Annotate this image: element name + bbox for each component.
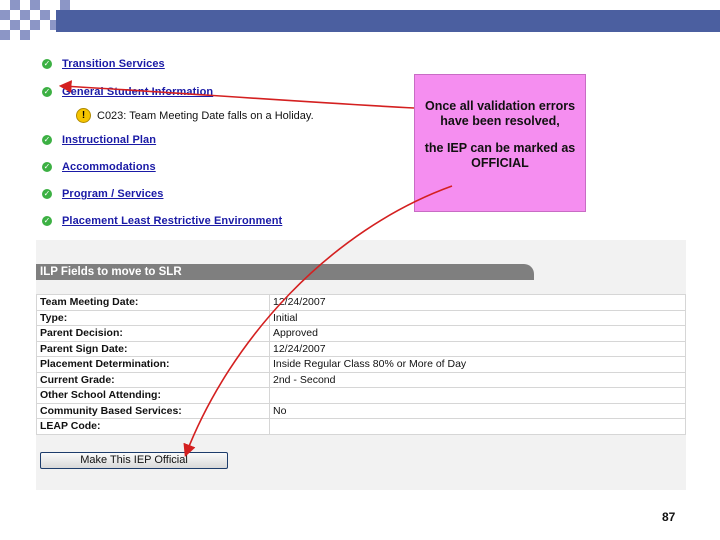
- section-program-services[interactable]: ✓ Program / Services: [42, 186, 163, 202]
- validation-warning: ! C023: Team Meeting Date falls on a Hol…: [76, 108, 314, 123]
- callout-line-1: Once all validation errors have been res…: [424, 99, 576, 128]
- page-number: 87: [662, 510, 676, 524]
- iep-sections-panel: ✓ Transition Services ✓ General Student …: [36, 44, 686, 240]
- callout-line-2: the IEP can be marked as OFFICIAL: [424, 141, 576, 170]
- field-row: LEAP Code:: [36, 418, 686, 435]
- make-iep-official-button[interactable]: Make This IEP Official: [40, 452, 228, 469]
- check-icon: ✓: [42, 216, 52, 226]
- field-row: Current Grade: 2nd - Second: [36, 371, 686, 388]
- field-label: Community Based Services:: [36, 402, 270, 419]
- check-icon: ✓: [42, 189, 52, 199]
- field-label: Type:: [36, 309, 270, 326]
- warning-text: C023: Team Meeting Date falls on a Holid…: [97, 109, 314, 122]
- section-general-student-information[interactable]: ✓ General Student Information: [42, 84, 213, 100]
- field-label: Current Grade:: [36, 371, 270, 388]
- fields-table: Team Meeting Date: 12/24/2007 Type: Initial…: [36, 294, 686, 435]
- check-icon: ✓: [42, 87, 52, 97]
- section-instructional-plan[interactable]: ✓ Instructional Plan: [42, 132, 156, 148]
- slide-decoration: [0, 0, 720, 40]
- annotation-callout: Once all validation errors have been res…: [414, 74, 586, 212]
- field-value: [269, 387, 686, 404]
- field-label: Team Meeting Date:: [36, 294, 270, 311]
- field-label: LEAP Code:: [36, 418, 270, 435]
- section-link-general-student-information[interactable]: General Student Information: [62, 86, 213, 98]
- field-value: Approved: [269, 325, 686, 342]
- section-link-accommodations[interactable]: Accommodations: [62, 161, 156, 173]
- section-transition-services[interactable]: ✓ Transition Services: [42, 56, 165, 72]
- section-accommodations[interactable]: ✓ Accommodations: [42, 159, 156, 175]
- section-placement-lre[interactable]: ✓ Placement Least Restrictive Environmen…: [42, 213, 282, 229]
- field-row: Other School Attending:: [36, 387, 686, 404]
- section-link-placement-lre[interactable]: Placement Least Restrictive Environment: [62, 215, 282, 227]
- section-link-program-services[interactable]: Program / Services: [62, 188, 163, 200]
- check-icon: ✓: [42, 162, 52, 172]
- field-value: Inside Regular Class 80% or More of Day: [269, 356, 686, 373]
- screenshot-panel: ✓ Transition Services ✓ General Student …: [36, 44, 686, 490]
- field-label: Placement Determination:: [36, 356, 270, 373]
- field-row: Team Meeting Date: 12/24/2007: [36, 294, 686, 311]
- field-label: Parent Sign Date:: [36, 340, 270, 357]
- field-value: 2nd - Second: [269, 371, 686, 388]
- field-value: Initial: [269, 309, 686, 326]
- check-icon: ✓: [42, 135, 52, 145]
- section-link-instructional-plan[interactable]: Instructional Plan: [62, 134, 156, 146]
- exclamation-icon: !: [76, 108, 91, 123]
- check-icon: ✓: [42, 59, 52, 69]
- field-value: 12/24/2007: [269, 294, 686, 311]
- field-row: Placement Determination: Inside Regular C…: [36, 356, 686, 373]
- field-label: Other School Attending:: [36, 387, 270, 404]
- section-link-transition-services[interactable]: Transition Services: [62, 58, 165, 70]
- fields-section-header: ILP Fields to move to SLR: [36, 264, 534, 280]
- field-row: Parent Sign Date: 12/24/2007: [36, 340, 686, 357]
- field-value: [269, 418, 686, 435]
- field-value: 12/24/2007: [269, 340, 686, 357]
- field-label: Parent Decision:: [36, 325, 270, 342]
- field-row: Parent Decision: Approved: [36, 325, 686, 342]
- field-row: Community Based Services: No: [36, 402, 686, 419]
- field-row: Type: Initial: [36, 309, 686, 326]
- field-value: No: [269, 402, 686, 419]
